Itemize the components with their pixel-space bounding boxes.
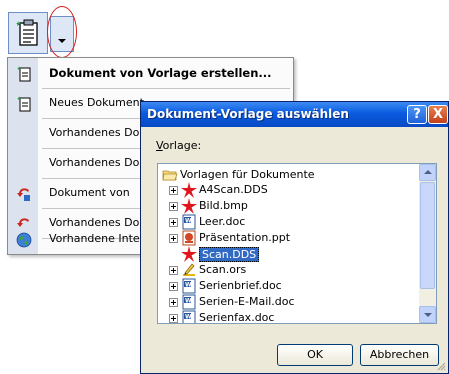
tree-item-label: A4Scan.DDS <box>199 183 268 196</box>
tree-item-label: Serienfax.doc <box>199 311 275 324</box>
menu-item-label: Dokument von Vorlage erstellen... <box>49 66 272 80</box>
tree-item[interactable]: Präsentation.ppt <box>158 230 420 246</box>
word-doc-icon: W <box>182 278 196 294</box>
new-document-button[interactable] <box>8 12 48 54</box>
svg-text:W: W <box>185 218 192 225</box>
expand-icon[interactable] <box>169 218 178 227</box>
open-folder-icon <box>162 170 178 181</box>
new-document-icon <box>17 96 31 112</box>
help-button[interactable]: ? <box>407 105 427 124</box>
tree-item[interactable]: W Serienbrief.doc <box>158 278 420 294</box>
arrow-up-icon <box>424 170 432 174</box>
template-label: Vorlage: <box>156 139 201 152</box>
chevron-down-icon <box>58 39 66 43</box>
tree-root-label: Vorlagen für Dokumente <box>180 168 315 181</box>
resize-grip-icon[interactable] <box>436 361 446 371</box>
word-doc-icon: W <box>182 310 196 323</box>
tree-item-label: Leer.doc <box>199 215 246 228</box>
expand-icon[interactable] <box>169 266 178 275</box>
select-template-dialog: Dokument-Vorlage auswählen ? X Vorlage: … <box>140 101 449 374</box>
svg-text:W: W <box>185 314 192 321</box>
tree-root[interactable]: Vorlagen für Dokumente <box>158 167 420 183</box>
tree-item-label: Bild.bmp <box>199 199 248 212</box>
svg-text:W: W <box>185 282 192 289</box>
expand-icon[interactable] <box>169 202 178 211</box>
template-tree[interactable]: Vorlagen für Dokumente A4Scan.DDS Bild.b… <box>157 163 437 324</box>
dialog-title: Dokument-Vorlage auswählen <box>147 107 349 121</box>
scroll-thumb[interactable] <box>420 182 435 289</box>
red-star-icon <box>181 182 197 198</box>
template-dropdown-button[interactable] <box>50 16 74 52</box>
cancel-button[interactable]: Abbrechen <box>360 344 439 366</box>
tree-item-label: Präsentation.ppt <box>199 231 291 244</box>
menu-item-create-from-template[interactable]: Dokument von Vorlage erstellen... <box>8 59 293 88</box>
toolbar <box>0 0 449 58</box>
expand-icon[interactable] <box>169 298 178 307</box>
svg-text:W: W <box>185 298 192 305</box>
tree-item-label: Scan.ors <box>199 263 247 276</box>
expand-icon[interactable] <box>169 282 178 291</box>
expand-icon[interactable] <box>169 314 178 323</box>
tree-item[interactable]: W Serien-E-Mail.doc <box>158 294 420 310</box>
tree-item[interactable]: W Leer.doc <box>158 214 420 230</box>
word-doc-icon: W <box>182 294 196 310</box>
arrow-down-icon <box>424 313 432 317</box>
globe-icon <box>16 232 32 248</box>
tree-item[interactable]: Bild.bmp <box>158 198 420 214</box>
powerpoint-icon <box>182 230 196 246</box>
word-doc-icon: W <box>182 214 196 230</box>
document-clipboard-icon <box>16 19 38 46</box>
dialog-titlebar[interactable]: Dokument-Vorlage auswählen ? X <box>141 102 448 127</box>
template-label-rest: orlage: <box>162 139 202 152</box>
scroll-down-button[interactable] <box>419 306 436 323</box>
close-button[interactable]: X <box>428 105 448 124</box>
red-star-icon <box>181 198 197 214</box>
tree-item[interactable]: W Serienfax.doc <box>158 310 420 324</box>
scroll-up-button[interactable] <box>419 164 436 181</box>
tree-item[interactable]: A4Scan.DDS <box>158 182 420 198</box>
menu-item-label: Dokument von <box>49 186 130 199</box>
ok-button[interactable]: OK <box>277 344 353 366</box>
red-arrow-icon <box>17 188 30 201</box>
tree-item-label: Serienbrief.doc <box>199 279 282 292</box>
expand-icon[interactable] <box>169 186 178 195</box>
tree-scrollbar[interactable] <box>419 164 436 323</box>
yellow-pencil-icon <box>183 263 195 276</box>
expand-icon[interactable] <box>169 234 178 243</box>
green-document-icon <box>17 66 31 82</box>
tree-item[interactable]: Scan.ors <box>158 262 420 278</box>
red-star-icon <box>181 246 197 262</box>
tree-item-label: Scan.DDS <box>199 247 260 262</box>
tree-item-label: Serien-E-Mail.doc <box>199 295 295 308</box>
template-label-accesskey: V <box>156 139 163 152</box>
menu-item-label: Neues Dokument <box>49 96 144 109</box>
tree-item-selected[interactable]: Scan.DDS <box>158 246 420 262</box>
